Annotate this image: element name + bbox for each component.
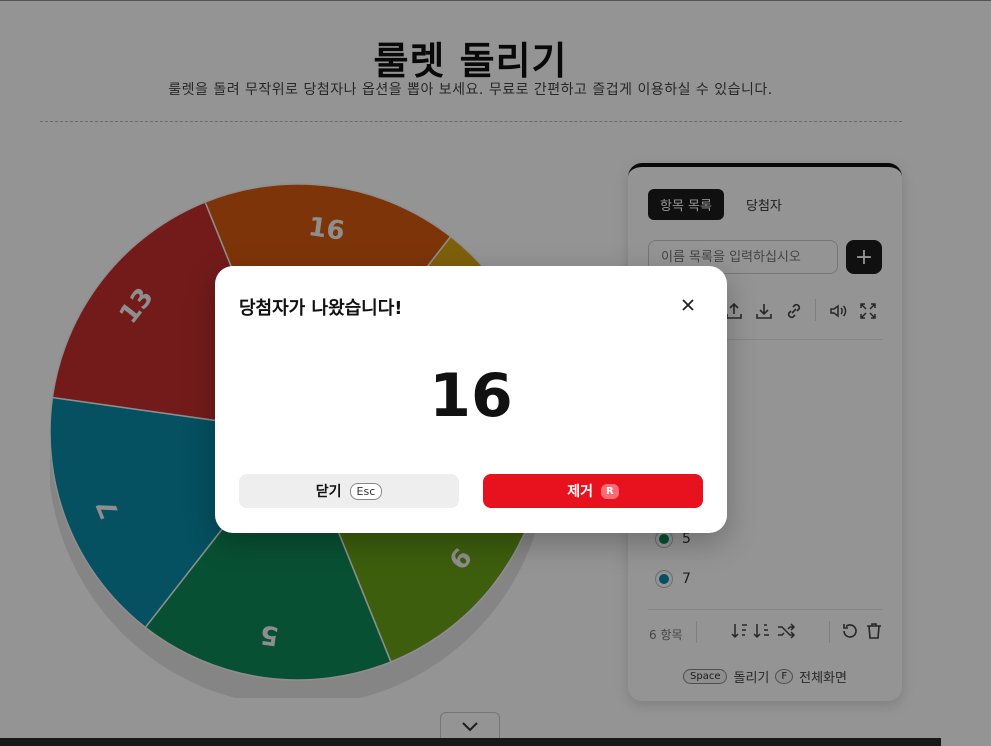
winner-result: 16 (429, 361, 513, 431)
close-button[interactable]: 닫기 Esc (239, 474, 459, 508)
esc-key: Esc (349, 482, 383, 500)
window-top-border (0, 0, 991, 1)
remove-button[interactable]: 제거 R (483, 474, 703, 508)
close-icon[interactable] (677, 294, 699, 316)
result-modal: 당첨자가 나왔습니다! 16 닫기 Esc 제거 R (215, 266, 727, 533)
r-key: R (601, 483, 619, 499)
modal-title: 당첨자가 나왔습니다! (239, 298, 403, 319)
close-button-label: 닫기 (315, 484, 342, 500)
remove-button-label: 제거 (567, 484, 594, 500)
